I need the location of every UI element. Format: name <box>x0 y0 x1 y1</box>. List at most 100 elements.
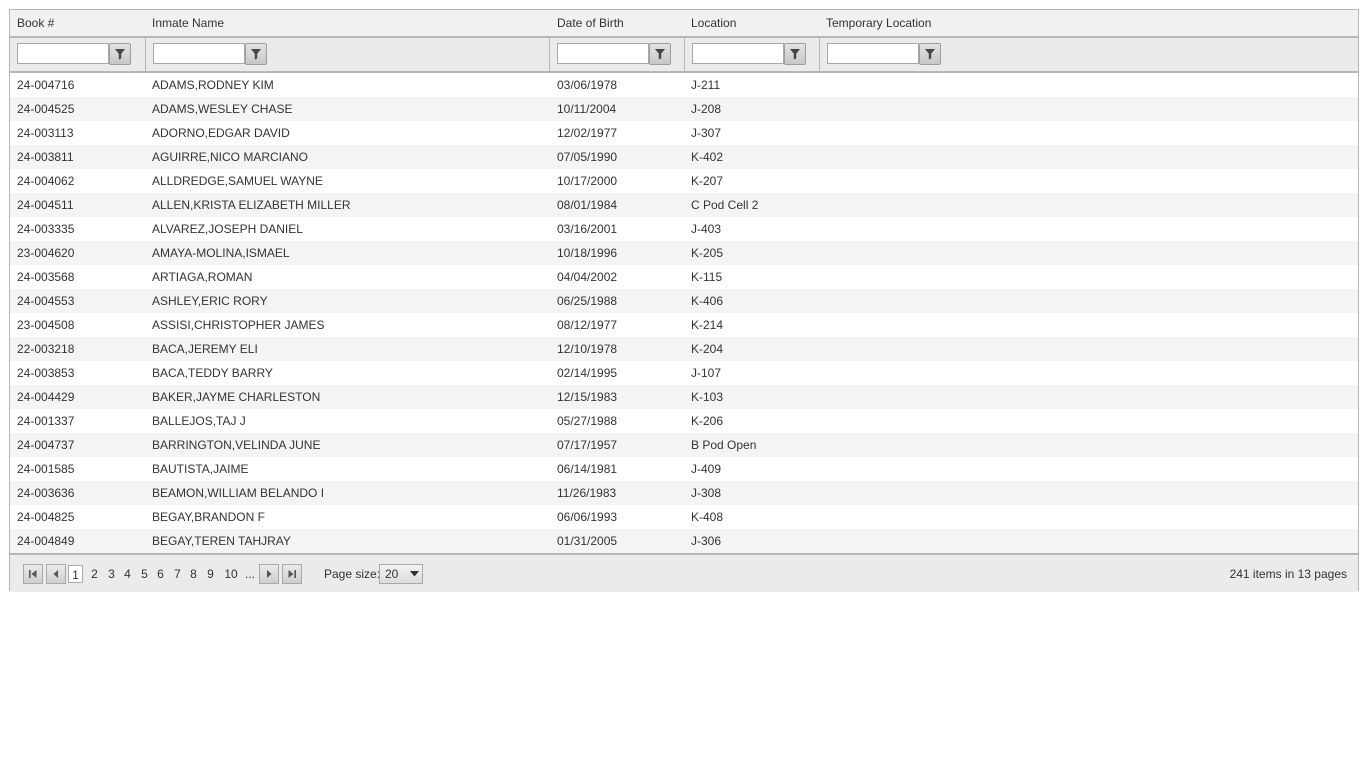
filter-icon <box>251 49 261 60</box>
previous-page-button[interactable] <box>46 564 66 584</box>
filter-cell-book <box>10 38 146 71</box>
table-row[interactable]: 23-004508 ASSISI,CHRISTOPHER JAMES 08/12/1… <box>10 313 1358 337</box>
table-row[interactable]: 24-003811 AGUIRRE,NICO MARCIANO 07/05/1990… <box>10 145 1358 169</box>
cell-location: K-408 <box>691 510 724 524</box>
cell-inmate-name: BALLEJOS,TAJ J <box>152 414 246 428</box>
table-row[interactable]: 24-004525 ADAMS,WESLEY CHASE 10/11/2004 J-2… <box>10 97 1358 121</box>
page-link-4[interactable]: 4 <box>121 565 134 583</box>
inmate-name-filter-input[interactable] <box>153 43 245 64</box>
cell-date-of-birth: 07/05/1990 <box>557 150 618 164</box>
grid-header: Book # Inmate Name Date of Birth Locatio… <box>10 10 1358 38</box>
cell-location: J-307 <box>691 126 722 140</box>
filter-cell-inmate-name <box>146 38 550 71</box>
column-header-inmate-name[interactable]: Inmate Name <box>145 10 542 36</box>
cell-book-number: 24-003636 <box>17 486 75 500</box>
table-row[interactable]: 24-004737 BARRINGTON,VELINDA JUNE 07/17/19… <box>10 433 1358 457</box>
location-filter-input[interactable] <box>692 43 784 64</box>
page-link-6[interactable]: 6 <box>154 565 167 583</box>
pager-info: 241 items in 13 pages <box>1229 567 1347 581</box>
table-row[interactable]: 24-004511 ALLEN,KRISTA ELIZABETH MILLER 08… <box>10 193 1358 217</box>
location-filter-button[interactable] <box>784 43 806 65</box>
first-page-button[interactable] <box>23 564 43 584</box>
cell-location: B Pod Open <box>691 438 757 452</box>
table-row[interactable]: 24-004429 BAKER,JAYME CHARLESTON 12/15/198… <box>10 385 1358 409</box>
cell-date-of-birth: 06/06/1993 <box>557 510 618 524</box>
cell-date-of-birth: 06/25/1988 <box>557 294 618 308</box>
filter-icon <box>925 49 935 60</box>
inmate-name-filter-button[interactable] <box>245 43 267 65</box>
cell-location: K-205 <box>691 246 724 260</box>
pager: 1 2 3 4 5 6 7 8 9 10... Page size: 20 241 items i… <box>10 553 1358 592</box>
cell-location: J-107 <box>691 366 722 380</box>
cell-book-number: 24-003335 <box>17 222 75 236</box>
cell-date-of-birth: 03/16/2001 <box>557 222 618 236</box>
page-link-7[interactable]: 7 <box>171 565 184 583</box>
filter-cell-date-of-birth <box>550 38 685 71</box>
cell-inmate-name: ADAMS,RODNEY KIM <box>152 78 274 92</box>
table-row[interactable]: 24-004825 BEGAY,BRANDON F 06/06/1993 K-408 <box>10 505 1358 529</box>
cell-location: K-115 <box>691 270 723 284</box>
table-row[interactable]: 24-003113 ADORNO,EDGAR DAVID 12/02/1977 J-3… <box>10 121 1358 145</box>
cell-date-of-birth: 08/12/1977 <box>557 318 618 332</box>
cell-inmate-name: BAUTISTA,JAIME <box>152 462 249 476</box>
date-of-birth-filter-button[interactable] <box>649 43 671 65</box>
page-link-9[interactable]: 9 <box>204 565 217 583</box>
column-header-temporary-location[interactable]: Temporary Location <box>819 10 1026 36</box>
cell-date-of-birth: 10/17/2000 <box>557 174 618 188</box>
cell-date-of-birth: 05/27/1988 <box>557 414 618 428</box>
page-link-3[interactable]: 3 <box>105 565 118 583</box>
table-row[interactable]: 24-003636 BEAMON,WILLIAM BELANDO I 11/26/1… <box>10 481 1358 505</box>
column-header-date-of-birth[interactable]: Date of Birth <box>550 10 685 36</box>
table-row[interactable]: 23-004620 AMAYA-MOLINA,ISMAEL 10/18/1996 K-… <box>10 241 1358 265</box>
column-header-book[interactable]: Book # <box>10 10 145 36</box>
cell-date-of-birth: 11/26/1983 <box>557 486 617 500</box>
table-row[interactable]: 24-004062 ALLDREDGE,SAMUEL WAYNE 10/17/200… <box>10 169 1358 193</box>
page-size-label: Page size: <box>324 567 381 581</box>
cell-inmate-name: BARRINGTON,VELINDA JUNE <box>152 438 321 452</box>
page-link-8[interactable]: 8 <box>187 565 200 583</box>
cell-inmate-name: ADAMS,WESLEY CHASE <box>152 102 293 116</box>
book-filter-button[interactable] <box>109 43 131 65</box>
inmate-grid: Book # Inmate Name Date of Birth Locatio… <box>9 9 1359 592</box>
cell-book-number: 24-003113 <box>17 126 74 140</box>
table-row[interactable]: 24-003568 ARTIAGA,ROMAN 04/04/2002 K-115 <box>10 265 1358 289</box>
cell-location: J-211 <box>691 78 721 92</box>
cell-inmate-name: BEGAY,TEREN TAHJRAY <box>152 534 291 548</box>
table-row[interactable]: 24-001337 BALLEJOS,TAJ J 05/27/1988 K-206 <box>10 409 1358 433</box>
cell-date-of-birth: 12/10/1978 <box>557 342 618 356</box>
table-row[interactable]: 24-003853 BACA,TEDDY BARRY 02/14/1995 J-107 <box>10 361 1358 385</box>
table-row[interactable]: 24-003335 ALVAREZ,JOSEPH DANIEL 03/16/2001… <box>10 217 1358 241</box>
page-size-dropdown[interactable]: 20 <box>379 564 423 584</box>
cell-inmate-name: BAKER,JAYME CHARLESTON <box>152 390 321 404</box>
cell-date-of-birth: 08/01/1984 <box>557 198 618 212</box>
cell-date-of-birth: 12/15/1983 <box>557 390 618 404</box>
date-of-birth-filter-input[interactable] <box>557 43 649 64</box>
page-link-1[interactable]: 1 <box>68 565 83 583</box>
cell-book-number: 24-004825 <box>17 510 75 524</box>
table-row[interactable]: 24-004553 ASHLEY,ERIC RORY 06/25/1988 K-406 <box>10 289 1358 313</box>
column-header-location[interactable]: Location <box>684 10 819 36</box>
temporary-location-filter-input[interactable] <box>827 43 919 64</box>
cell-location: K-214 <box>691 318 724 332</box>
table-row[interactable]: 24-001585 BAUTISTA,JAIME 06/14/1981 J-409 <box>10 457 1358 481</box>
cell-book-number: 22-003218 <box>17 342 75 356</box>
cell-inmate-name: BACA,TEDDY BARRY <box>152 366 273 380</box>
filter-cell-temporary-location <box>820 38 1358 71</box>
last-page-button[interactable] <box>282 564 302 584</box>
page-link-5[interactable]: 5 <box>138 565 151 583</box>
table-row[interactable]: 22-003218 BACA,JEREMY ELI 12/10/1978 K-204 <box>10 337 1358 361</box>
page-link-10[interactable]: 10 <box>221 565 241 583</box>
next-page-button[interactable] <box>259 564 279 584</box>
table-row[interactable]: 24-004716 ADAMS,RODNEY KIM 03/06/1978 J-211 <box>10 73 1358 97</box>
cell-inmate-name: AGUIRRE,NICO MARCIANO <box>152 150 309 164</box>
page-link-2[interactable]: 2 <box>88 565 101 583</box>
cell-date-of-birth: 01/31/2005 <box>557 534 618 548</box>
table-row[interactable]: 24-004849 BEGAY,TEREN TAHJRAY 01/31/2005 J-… <box>10 529 1358 553</box>
cell-book-number: 24-003853 <box>17 366 75 380</box>
cell-book-number: 23-004508 <box>17 318 75 332</box>
page-size-value: 20 <box>385 567 399 581</box>
book-filter-input[interactable] <box>17 43 109 64</box>
cell-book-number: 24-003811 <box>17 150 74 164</box>
temporary-location-filter-button[interactable] <box>919 43 941 65</box>
page-link-more[interactable]: ... <box>243 565 257 583</box>
